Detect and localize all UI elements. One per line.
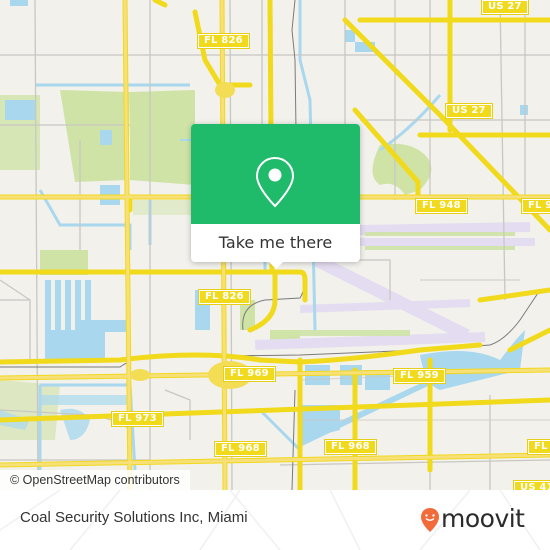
map-pin-icon [255, 156, 295, 208]
moovit-pin-icon [421, 508, 439, 532]
road-shield: FL 973 [111, 411, 164, 427]
road-shield: FL 826 [197, 33, 250, 49]
map-view[interactable]: US 27 FL 826 US 27 FL 948 FL 9 FL 826 FL… [0, 0, 550, 490]
take-me-there-button[interactable]: Take me there [191, 224, 360, 262]
road-shield: US 27 [481, 0, 529, 15]
road-shield: US 41 [513, 480, 550, 490]
road-shield: FL 826 [198, 289, 251, 305]
popup-header [191, 124, 360, 224]
location-popup[interactable]: Take me there [191, 124, 360, 269]
road-shield: US 27 [445, 103, 493, 119]
road-shield: FL 969 [223, 366, 276, 382]
road-shield: FL 948 [415, 198, 468, 214]
road-shield: FL 9 [526, 439, 550, 455]
footer: Coal Security Solutions Inc, Miami moovi… [0, 490, 550, 550]
popup-pointer [268, 261, 284, 269]
map-attribution[interactable]: © OpenStreetMap contributors [0, 470, 190, 490]
road-shield: FL 959 [393, 368, 446, 384]
road-shield: FL 968 [324, 439, 377, 455]
brand-name: moovit [441, 504, 525, 533]
place-name: Coal Security Solutions Inc, Miami [20, 509, 248, 526]
road-shield: FL 9 [520, 198, 550, 214]
road-shield: FL 968 [214, 441, 267, 457]
